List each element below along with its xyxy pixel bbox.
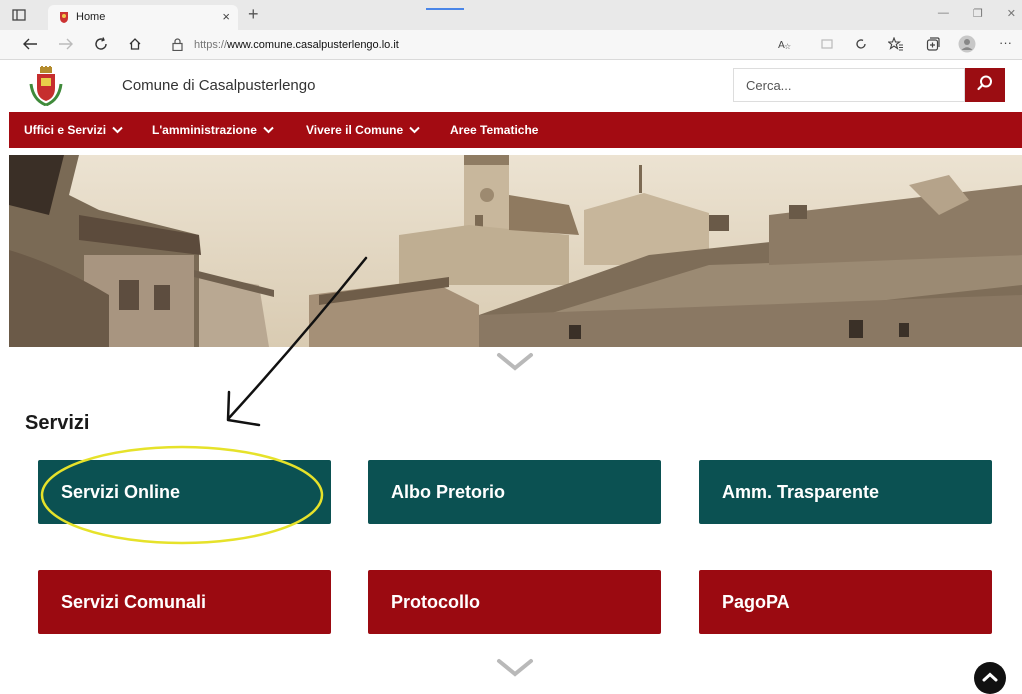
url-field[interactable]: https://www.comune.casalpusterlengo.lo.i…: [160, 34, 720, 56]
url-prefix: https://: [194, 39, 228, 51]
back-icon[interactable]: [22, 37, 38, 56]
tile-label: Albo Pretorio: [391, 481, 506, 502]
browser-tab-bar: Home × + — ❐ ✕: [0, 0, 1022, 30]
nav-item-label: L'amministrazione: [152, 123, 257, 137]
tab-title: Home: [76, 11, 106, 23]
profile-avatar[interactable]: [958, 35, 976, 58]
tile-label: Servizi Online: [61, 481, 181, 502]
hero-image: [9, 155, 1022, 347]
annotation-arrowhead: [226, 390, 261, 427]
minimize-icon[interactable]: —: [938, 7, 949, 20]
favorites-icon[interactable]: [886, 36, 904, 56]
tile-servizi-online[interactable]: Servizi Online: [38, 460, 331, 524]
tab-actions-icon[interactable]: [12, 8, 26, 26]
more-icon[interactable]: ···: [999, 35, 1012, 50]
tile-label: PagoPA: [722, 591, 790, 612]
refresh-extension-icon[interactable]: [854, 37, 868, 56]
url-host: www.comune.casalpusterlengo.lo.it: [227, 39, 399, 51]
search-icon: [976, 74, 994, 97]
search-field-wrapper: [733, 68, 965, 102]
tab-close-icon[interactable]: ×: [222, 9, 230, 24]
browser-tab[interactable]: Home ×: [48, 5, 238, 30]
new-tab-icon[interactable]: +: [248, 4, 259, 25]
chevron-down-icon: [409, 123, 420, 137]
address-bar: https://www.comune.casalpusterlengo.lo.i…: [0, 30, 1022, 60]
nav-item-uffici-servizi[interactable]: Uffici e Servizi: [24, 123, 123, 137]
site-name[interactable]: Comune di Casalpusterlengo: [122, 77, 315, 94]
tile-label: Amm. Trasparente: [722, 481, 880, 502]
chevron-down-icon: [112, 123, 123, 137]
chevron-down-icon: [263, 123, 274, 137]
chevron-up-icon: [982, 669, 998, 687]
tile-label: Protocollo: [391, 591, 480, 612]
search-input[interactable]: [734, 69, 964, 101]
tile-servizi-comunali[interactable]: Servizi Comunali: [38, 570, 331, 634]
url-text: https://www.comune.casalpusterlengo.lo.i…: [194, 39, 399, 51]
chevron-down-icon[interactable]: [496, 352, 534, 377]
nav-item-aree-tematiche[interactable]: Aree Tematiche: [450, 123, 538, 137]
tab-loading-indicator: [426, 8, 464, 10]
collections-icon[interactable]: [926, 37, 940, 56]
svg-text:☆: ☆: [784, 42, 791, 51]
lock-icon[interactable]: [172, 38, 183, 56]
read-aloud-icon[interactable]: A ☆: [778, 37, 794, 56]
chevron-down-icon[interactable]: [496, 658, 534, 683]
tile-protocollo[interactable]: Protocollo: [368, 570, 661, 634]
window-controls: — ❐ ✕: [938, 7, 1016, 20]
nav-item-label: Uffici e Servizi: [24, 123, 107, 137]
section-title-servizi: Servizi: [25, 412, 90, 434]
reload-icon[interactable]: [94, 37, 108, 56]
nav-item-amministrazione[interactable]: L'amministrazione: [152, 123, 274, 137]
site-favicon-icon: [58, 10, 70, 29]
main-navigation: Uffici e Servizi L'amministrazione Viver…: [9, 112, 1022, 148]
nav-item-vivere-comune[interactable]: Vivere il Comune: [306, 123, 420, 137]
tile-amm-trasparente[interactable]: Amm. Trasparente: [699, 460, 992, 524]
search-button[interactable]: [965, 68, 1005, 102]
forward-icon[interactable]: [58, 37, 74, 56]
tile-label: Servizi Comunali: [61, 591, 207, 612]
immersive-reader-icon[interactable]: [820, 37, 834, 56]
site-header: Comune di Casalpusterlengo: [9, 60, 1022, 112]
nav-item-label: Aree Tematiche: [450, 123, 539, 137]
back-to-top-button[interactable]: [974, 662, 1006, 694]
home-icon[interactable]: [128, 37, 142, 56]
restore-icon[interactable]: ❐: [973, 7, 983, 20]
tile-pagopa[interactable]: PagoPA: [699, 570, 992, 634]
close-window-icon[interactable]: ✕: [1007, 7, 1016, 20]
municipal-crest-icon[interactable]: [29, 66, 63, 111]
nav-item-label: Vivere il Comune: [306, 123, 404, 137]
tile-albo-pretorio[interactable]: Albo Pretorio: [368, 460, 661, 524]
